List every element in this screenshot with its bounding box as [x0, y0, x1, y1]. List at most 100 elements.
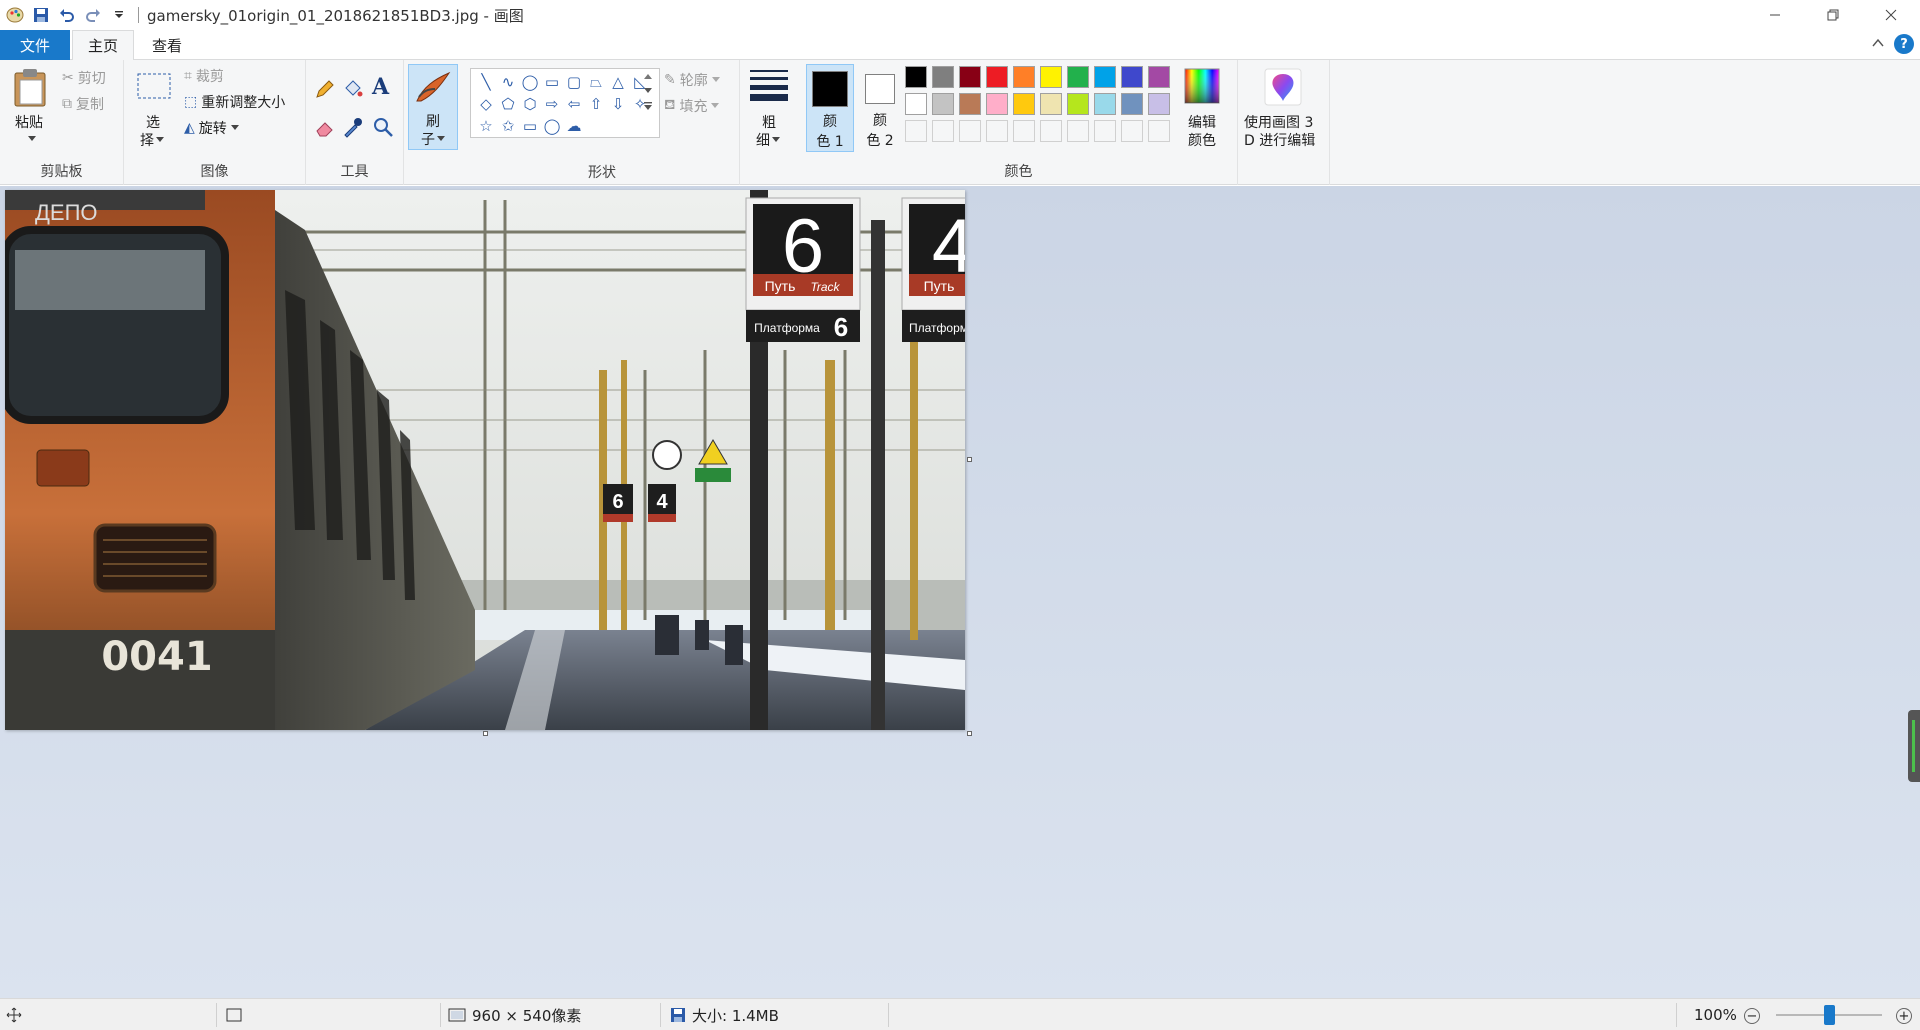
palette-swatch[interactable] — [905, 120, 927, 142]
size-label-1[interactable]: 粗 — [762, 112, 776, 132]
palette-swatch[interactable] — [959, 120, 981, 142]
help-icon[interactable]: ? — [1894, 34, 1914, 54]
restore-button[interactable] — [1804, 0, 1862, 30]
palette-swatch[interactable] — [1121, 66, 1143, 88]
palette-swatch[interactable] — [1067, 66, 1089, 88]
shape-rect-callout-icon[interactable]: ▭ — [519, 115, 541, 137]
side-grip[interactable] — [1908, 710, 1920, 782]
copy-button[interactable]: ⧉ 复制 — [62, 94, 104, 114]
size-button[interactable] — [748, 68, 790, 106]
color-2-button[interactable]: 颜 色 2 — [856, 64, 904, 152]
shape-diamond-icon[interactable]: ◇ — [475, 93, 497, 115]
edit-colors-label-1[interactable]: 编辑 — [1188, 112, 1216, 132]
shape-five-point-star-icon[interactable]: ☆ — [475, 115, 497, 137]
shape-up-arrow-icon[interactable]: ⇧ — [585, 93, 607, 115]
pencil-icon[interactable] — [314, 78, 336, 104]
close-button[interactable] — [1862, 0, 1920, 30]
palette-swatch[interactable] — [905, 93, 927, 115]
palette-swatch[interactable] — [959, 93, 981, 115]
canvas-resize-handle-corner[interactable] — [967, 731, 972, 736]
redo-icon[interactable] — [80, 2, 106, 28]
shape-oval-callout-icon[interactable]: ◯ — [541, 115, 563, 137]
shape-right-arrow-icon[interactable]: ⇨ — [541, 93, 563, 115]
paste-button[interactable] — [12, 68, 52, 112]
zoom-slider-thumb[interactable] — [1824, 1005, 1835, 1025]
palette-swatch[interactable] — [1013, 120, 1035, 142]
palette-swatch[interactable] — [959, 66, 981, 88]
crop-button[interactable]: ⌗ 裁剪 — [184, 66, 224, 86]
minimize-button[interactable] — [1746, 0, 1804, 30]
palette-swatch[interactable] — [932, 120, 954, 142]
shape-six-point-star-icon[interactable]: ✩ — [497, 115, 519, 137]
shapes-scroll-down-icon[interactable] — [644, 88, 652, 94]
palette-swatch[interactable] — [986, 66, 1008, 88]
tab-file[interactable]: 文件 — [0, 30, 70, 60]
shape-oval-icon[interactable]: ◯ — [519, 71, 541, 93]
paint3d-button[interactable] — [1264, 68, 1302, 110]
undo-icon[interactable] — [54, 2, 80, 28]
palette-swatch[interactable] — [932, 93, 954, 115]
text-tool-icon[interactable]: A — [372, 74, 389, 100]
shape-rectangle-icon[interactable]: ▭ — [541, 71, 563, 93]
color-picker-icon[interactable] — [342, 116, 364, 142]
rotate-button[interactable]: ◭ 旋转 — [184, 118, 239, 138]
palette-swatch[interactable] — [1067, 93, 1089, 115]
shapes-scroll[interactable] — [644, 74, 652, 110]
shape-rounded-rectangle-icon[interactable]: ▢ — [563, 71, 585, 93]
palette-swatch[interactable] — [1040, 120, 1062, 142]
palette-swatch[interactable] — [1013, 66, 1035, 88]
shape-pentagon-icon[interactable]: ⬠ — [497, 93, 519, 115]
palette-swatch[interactable] — [1121, 120, 1143, 142]
cut-button[interactable]: ✂ 剪切 — [62, 68, 106, 88]
palette-swatch[interactable] — [1148, 66, 1170, 88]
collapse-ribbon-icon[interactable] — [1872, 36, 1884, 52]
customize-quick-access-icon[interactable] — [106, 2, 132, 28]
fill-bucket-icon[interactable] — [342, 78, 364, 104]
shapes-scroll-up-icon[interactable] — [644, 74, 652, 80]
drawing-canvas[interactable]: 6 4 6 Путь Track Платформа 6 4 Путь Плат… — [5, 190, 965, 730]
palette-swatch[interactable] — [905, 66, 927, 88]
canvas-resize-handle-right[interactable] — [967, 457, 972, 462]
palette-swatch[interactable] — [1067, 120, 1089, 142]
palette-swatch[interactable] — [1013, 93, 1035, 115]
shape-hexagon-icon[interactable]: ⬡ — [519, 93, 541, 115]
paste-dropdown-icon[interactable] — [28, 130, 36, 146]
paint-app-icon[interactable] — [2, 2, 28, 28]
palette-swatch[interactable] — [1148, 93, 1170, 115]
save-icon[interactable] — [28, 2, 54, 28]
shape-polygon-icon[interactable]: ⏢ — [585, 71, 607, 93]
edit-colors-label-2[interactable]: 颜色 — [1188, 130, 1216, 150]
shape-triangle-icon[interactable]: △ — [607, 71, 629, 93]
palette-swatch[interactable] — [1121, 93, 1143, 115]
palette-swatch[interactable] — [1094, 66, 1116, 88]
palette-swatch[interactable] — [986, 93, 1008, 115]
tab-view[interactable]: 查看 — [136, 30, 198, 60]
size-label-2[interactable]: 细 — [756, 130, 780, 150]
zoom-out-button[interactable]: − — [1744, 1008, 1760, 1024]
zoom-in-button[interactable]: + — [1896, 1008, 1912, 1024]
paint3d-label-1[interactable]: 使用画图 3 — [1244, 112, 1313, 132]
palette-swatch[interactable] — [1094, 93, 1116, 115]
select-label-1[interactable]: 选 — [146, 112, 160, 132]
palette-swatch[interactable] — [932, 66, 954, 88]
outline-button[interactable]: ✎ 轮廓 — [664, 70, 720, 90]
resize-button[interactable]: ⬚ 重新调整大小 — [184, 92, 285, 112]
select-label-2[interactable]: 择 — [140, 130, 164, 150]
palette-swatch[interactable] — [1148, 120, 1170, 142]
shape-line-icon[interactable]: ╲ — [475, 71, 497, 93]
palette-swatch[interactable] — [1040, 93, 1062, 115]
color-1-button[interactable]: 颜 色 1 — [806, 64, 854, 152]
brushes-button[interactable]: 刷 子 — [408, 64, 458, 150]
canvas-resize-handle-bottom[interactable] — [483, 731, 488, 736]
shapes-expand-icon[interactable] — [644, 102, 652, 110]
tab-home[interactable]: 主页 — [72, 30, 134, 61]
palette-swatch[interactable] — [1040, 66, 1062, 88]
eraser-icon[interactable] — [314, 116, 336, 142]
select-button[interactable] — [136, 72, 172, 104]
shape-left-arrow-icon[interactable]: ⇦ — [563, 93, 585, 115]
magnifier-icon[interactable] — [372, 116, 394, 142]
palette-swatch[interactable] — [986, 120, 1008, 142]
shape-cloud-callout-icon[interactable]: ☁ — [563, 115, 585, 137]
edit-colors-button[interactable] — [1184, 68, 1220, 108]
canvas-workspace[interactable]: 6 4 6 Путь Track Платформа 6 4 Путь Плат… — [0, 186, 1920, 998]
